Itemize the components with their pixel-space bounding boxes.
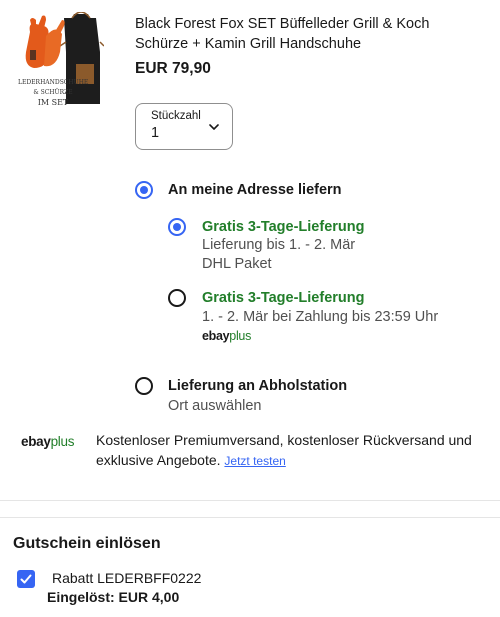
shipping-option-carrier: DHL Paket	[202, 256, 272, 272]
ebay-logo-text: ebay	[202, 329, 230, 343]
coupon-checkbox[interactable]	[17, 570, 35, 588]
image-caption-line: & SCHÜRZE	[33, 89, 73, 96]
radio-home-delivery[interactable]	[135, 181, 153, 199]
radio-shipping-option-1[interactable]	[168, 218, 186, 236]
ebay-logo-text: ebay	[21, 434, 51, 449]
plus-promo-text: Kostenloser Premiumversand, kostenloser …	[96, 430, 491, 471]
pickup-station-label: Lieferung an Abholstation	[168, 378, 348, 394]
chevron-down-icon	[209, 124, 219, 130]
shipping-option-estimate: 1. - 2. Mär bei Zahlung bis 23:59 Uhr	[202, 309, 439, 325]
try-plus-link[interactable]: Jetzt testen	[224, 454, 285, 468]
quantity-select[interactable]: Stückzahl 1	[135, 103, 233, 150]
product-image[interactable]: LEDERHANDSCHUHE & SCHÜRZE IM SET	[16, 11, 105, 116]
home-delivery-label: An meine Adresse liefern	[168, 182, 342, 198]
image-caption-line: IM SET	[37, 98, 69, 107]
coupon-section-title: Gutschein einlösen	[13, 535, 161, 552]
radio-shipping-option-2[interactable]	[168, 289, 186, 307]
quantity-label: Stückzahl	[151, 110, 201, 122]
plus-logo-text: plus	[50, 434, 75, 449]
shipping-option-title: Gratis 3-Tage-Lieferung	[202, 219, 365, 235]
pickup-location-link[interactable]: Ort auswählen	[168, 398, 262, 414]
quantity-value: 1	[151, 125, 160, 141]
ebay-plus-logo: ebayplus	[21, 434, 74, 449]
divider	[0, 517, 500, 518]
divider	[0, 500, 500, 501]
shipping-option-title: Gratis 3-Tage-Lieferung	[202, 290, 365, 306]
product-price: EUR 79,90	[135, 60, 211, 77]
shipping-option-estimate: Lieferung bis 1. - 2. Mär	[202, 237, 356, 253]
image-caption-line: LEDERHANDSCHUHE	[18, 79, 89, 86]
coupon-redeemed-amount: Eingelöst: EUR 4,00	[47, 589, 180, 605]
product-title[interactable]: Black Forest Fox SET Büffelleder Grill &…	[135, 14, 480, 54]
radio-pickup-station[interactable]	[135, 377, 153, 395]
checkmark-icon	[20, 574, 32, 584]
ebay-plus-logo: ebayplus	[202, 329, 251, 343]
coupon-code: Rabatt LEDERBFF0222	[52, 570, 202, 586]
plus-logo-text: plus	[229, 329, 252, 343]
